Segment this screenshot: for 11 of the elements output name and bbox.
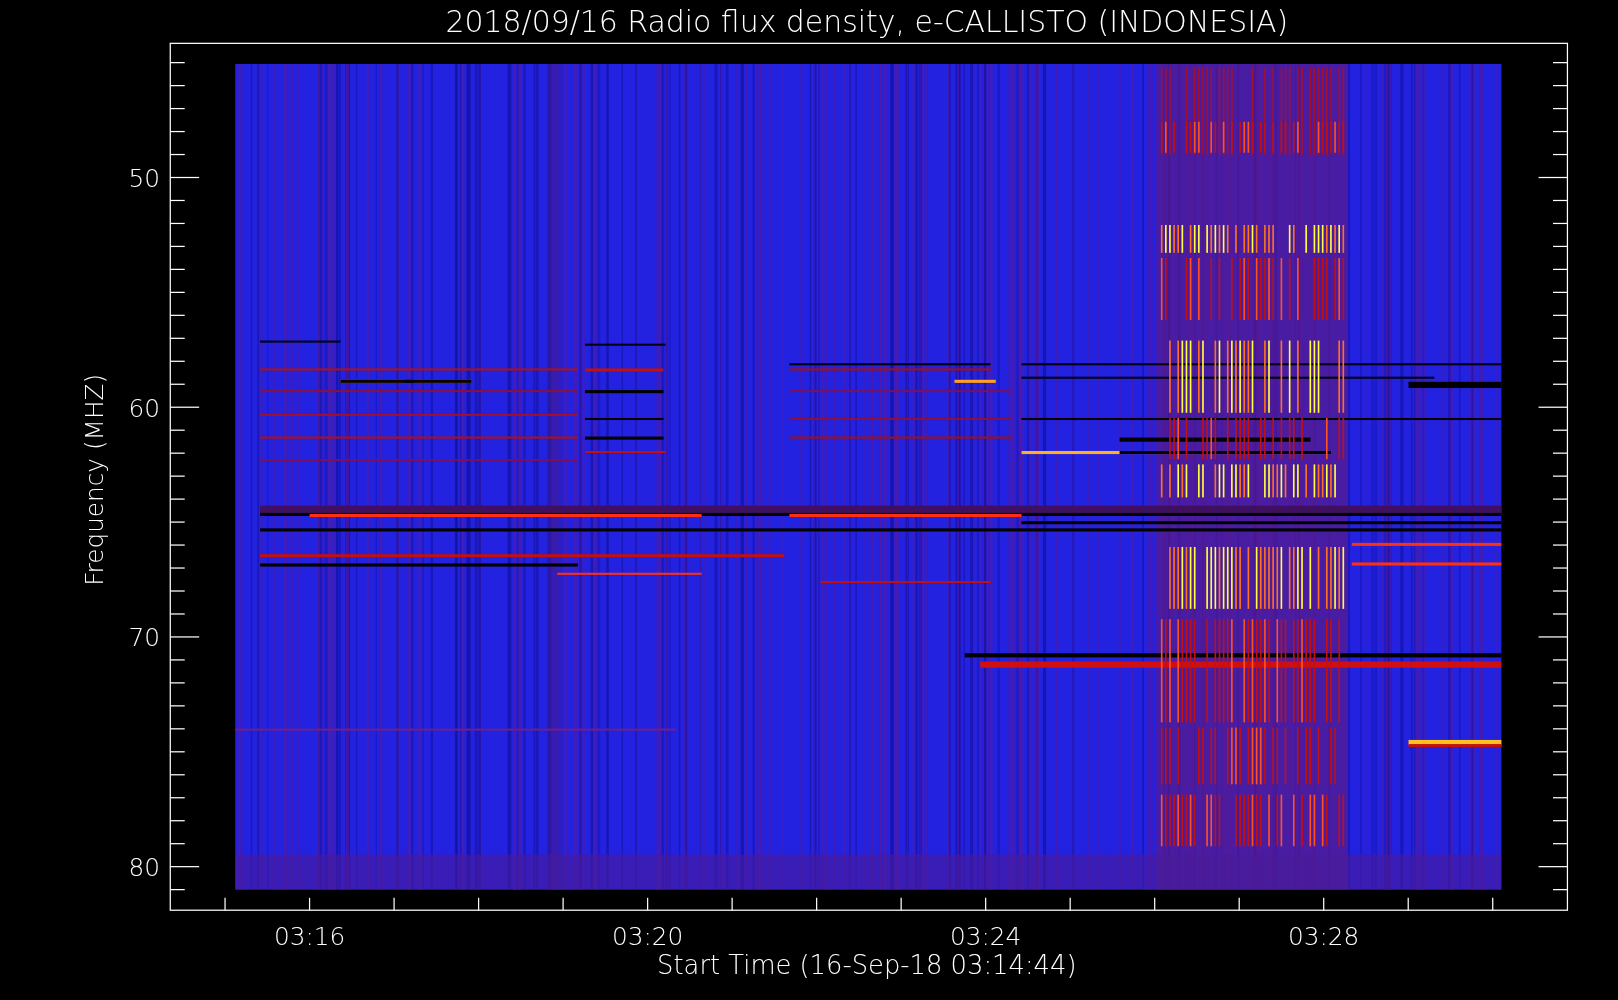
tick-label: 50 — [128, 163, 160, 193]
tick-label: 70 — [128, 623, 160, 653]
axis-label: Start Time (16-Sep-18 03:14:44) — [657, 950, 1077, 981]
tick-label: 03:16 — [273, 922, 346, 952]
tick-label: 03:20 — [611, 922, 684, 952]
chart-title: 2018/09/16 Radio flux density, e-CALLISTO (INDONESIA) — [445, 4, 1289, 39]
tick-label: 60 — [128, 393, 160, 423]
tick-label: 03:24 — [950, 922, 1022, 952]
axis-label: Frequency (MHZ) — [80, 373, 110, 586]
tick-label: 80 — [128, 852, 160, 882]
tick-label: 03:28 — [1288, 922, 1360, 952]
